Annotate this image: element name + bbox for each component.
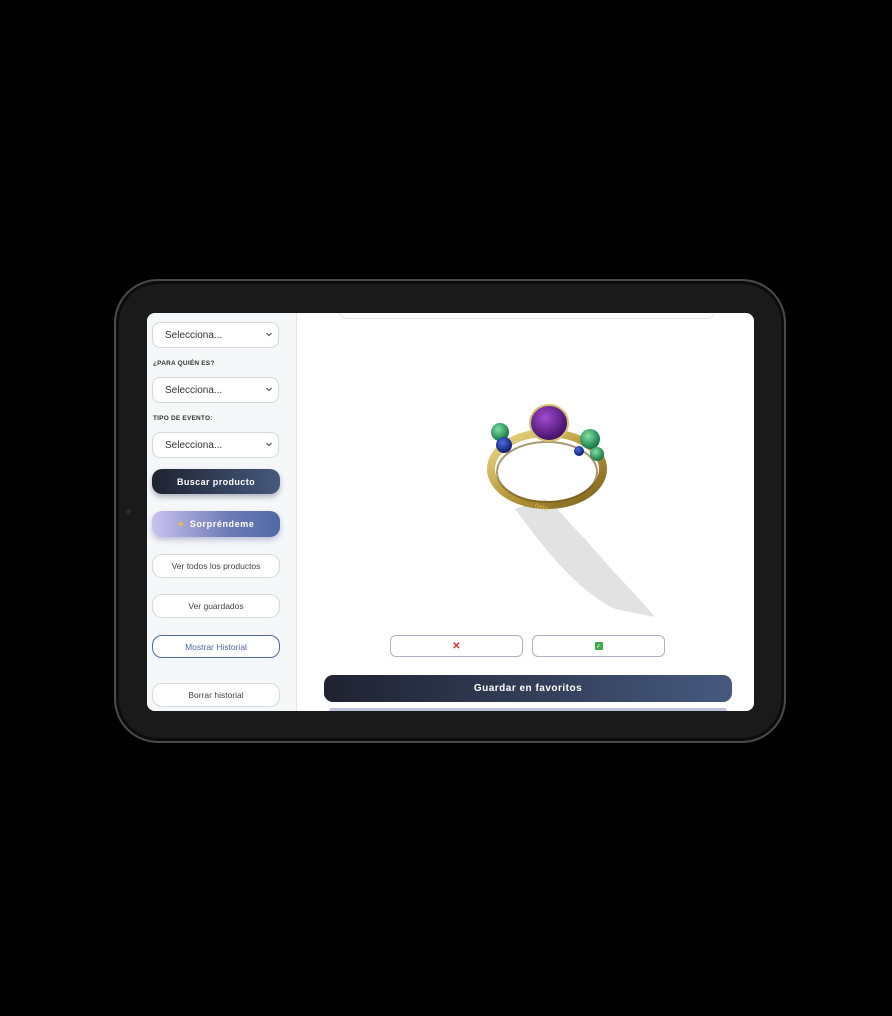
chevron-down-icon bbox=[266, 332, 272, 337]
select-event-type[interactable]: Selecciona... bbox=[152, 432, 279, 458]
search-product-button[interactable]: Buscar producto bbox=[152, 469, 280, 494]
select-top[interactable]: Selecciona... bbox=[152, 322, 279, 348]
show-history-button[interactable]: Mostrar Historial bbox=[152, 635, 280, 658]
like-button[interactable]: ✓ bbox=[532, 635, 665, 657]
label-for-whom: ¿PARA QUIÉN ES? bbox=[153, 360, 215, 367]
clear-history-button[interactable]: Borrar historial bbox=[152, 683, 280, 707]
dislike-button[interactable]: ✕ bbox=[390, 635, 523, 657]
select-for-whom-value: Selecciona... bbox=[165, 384, 223, 396]
label-event-type: TIPO DE EVENTO: bbox=[153, 415, 213, 422]
save-favorites-button[interactable]: Guardar en favoritos bbox=[324, 675, 732, 702]
select-event-type-value: Selecciona... bbox=[165, 439, 223, 451]
filter-sidebar: Selecciona... ¿PARA QUIÉN ES? Selecciona… bbox=[147, 313, 297, 711]
product-viewer: .... hekt ✕ ✓ Guardar en favoritos bbox=[297, 313, 754, 711]
chevron-down-icon bbox=[266, 387, 272, 392]
sparkle-icon: ✦ bbox=[177, 519, 185, 529]
top-card-edge bbox=[339, 313, 715, 319]
next-button-edge[interactable] bbox=[329, 708, 727, 711]
select-top-value: Selecciona... bbox=[165, 329, 223, 341]
camera-dot bbox=[126, 509, 131, 514]
surprise-button[interactable]: ✦ Sorpréndeme bbox=[152, 511, 280, 537]
app-screen: Selecciona... ¿PARA QUIÉN ES? Selecciona… bbox=[147, 313, 754, 711]
ring-product-image: .... hekt bbox=[487, 404, 655, 617]
check-icon: ✓ bbox=[594, 642, 603, 650]
surprise-button-label: Sorpréndeme bbox=[189, 519, 255, 529]
view-saved-button[interactable]: Ver guardados bbox=[152, 594, 280, 618]
select-for-whom[interactable]: Selecciona... bbox=[152, 377, 279, 403]
view-all-products-button[interactable]: Ver todos los productos bbox=[152, 554, 280, 578]
chevron-down-icon bbox=[266, 442, 272, 447]
close-icon: ✕ bbox=[452, 640, 461, 652]
